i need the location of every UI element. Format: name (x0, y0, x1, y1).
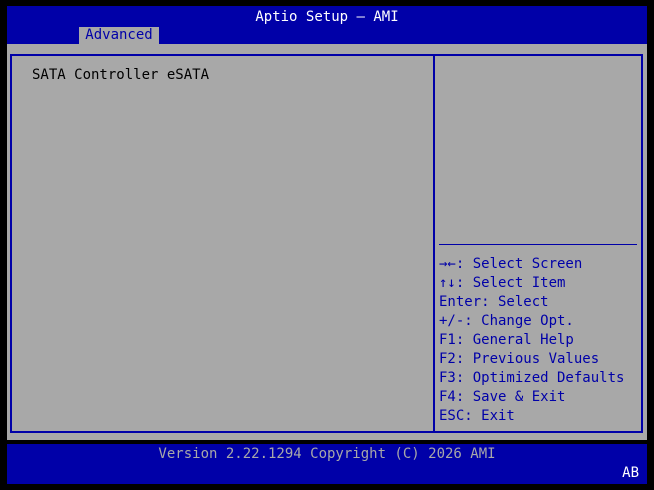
help-enter-select: Enter: Select (439, 294, 549, 310)
help-esc-exit: ESC: Exit (439, 408, 515, 424)
help-general-help: F1: General Help (439, 332, 574, 348)
help-divider (439, 244, 637, 245)
help-previous-values: F2: Previous Values (439, 351, 600, 367)
post-code: AB (622, 465, 639, 481)
key-help-list: →←: Select Screen ↑↓: Select Item Enter:… (439, 255, 624, 426)
help-change-opt: +/-: Change Opt. (439, 313, 574, 329)
bios-screen: Aptio Setup – AMI Advanced SATA Controll… (0, 0, 654, 490)
setup-body: SATA Controller eSATA →←: Select Screen … (7, 44, 647, 440)
menu-item-sata-controller-esata[interactable]: SATA Controller eSATA (32, 66, 209, 84)
tab-advanced[interactable]: Advanced (79, 27, 159, 44)
help-panel: →←: Select Screen ↑↓: Select Item Enter:… (433, 54, 643, 433)
window-title: Aptio Setup – AMI (255, 9, 399, 25)
settings-panel: SATA Controller eSATA (10, 54, 433, 433)
header-bar: Aptio Setup – AMI Advanced (7, 6, 647, 44)
footer-bar: Version 2.22.1294 Copyright (C) 2026 AMI… (7, 444, 647, 484)
help-save-exit: F4: Save & Exit (439, 389, 566, 405)
help-select-item: ↑↓: Select Item (439, 275, 566, 291)
help-select-screen: →←: Select Screen (439, 256, 583, 272)
version-text: Version 2.22.1294 Copyright (C) 2026 AMI (158, 446, 496, 462)
help-optimized-defaults: F3: Optimized Defaults (439, 370, 625, 386)
